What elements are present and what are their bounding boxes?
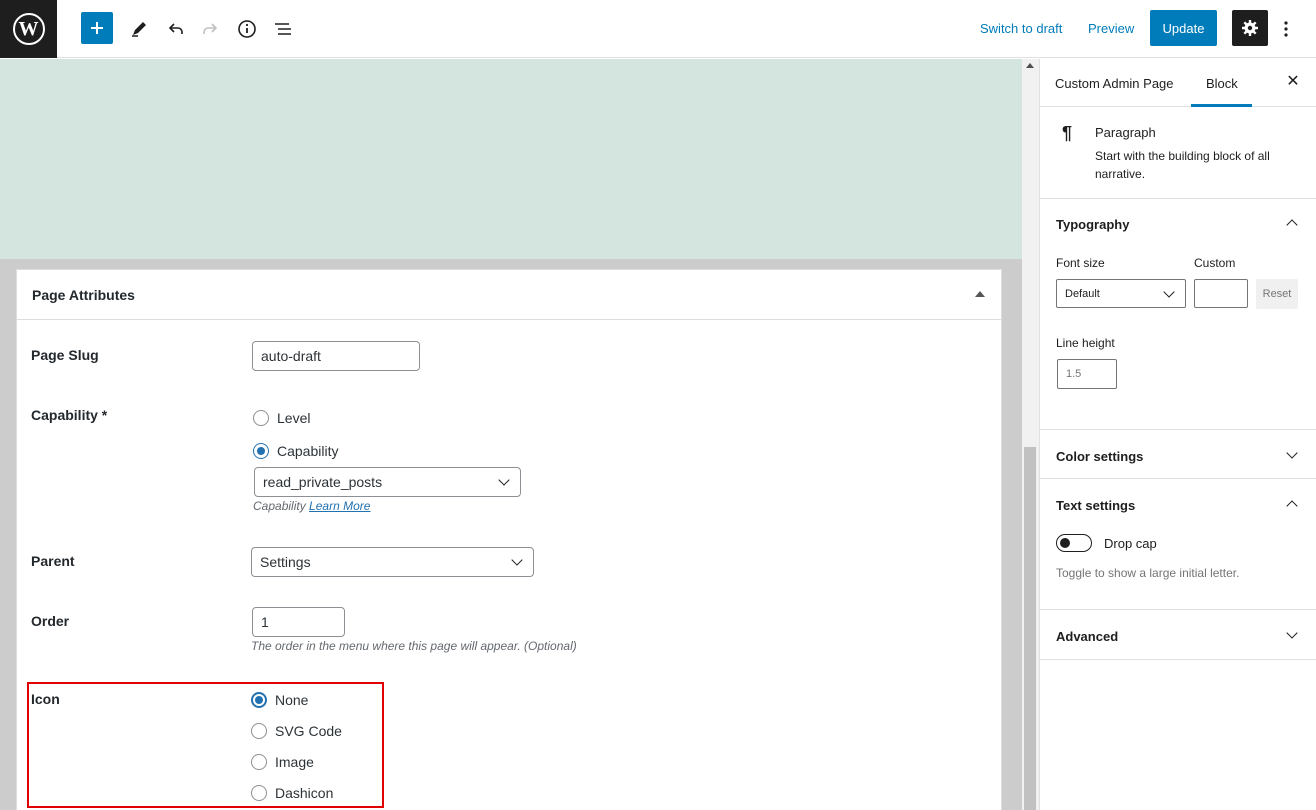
paragraph-icon: ¶	[1062, 123, 1073, 143]
font-size-label: Font size	[1056, 256, 1105, 270]
chevron-down-icon[interactable]	[1286, 627, 1298, 639]
radio-label: None	[275, 692, 309, 708]
chevron-down-icon[interactable]	[1286, 447, 1298, 459]
text-settings-title[interactable]: Text settings	[1056, 498, 1135, 513]
tools-button[interactable]	[122, 12, 155, 45]
capability-label: Capability *	[31, 407, 108, 423]
chevron-down-icon	[498, 474, 510, 486]
update-button[interactable]: Update	[1150, 10, 1217, 46]
order-label: Order	[31, 613, 70, 629]
plus-icon	[91, 22, 103, 34]
font-size-select[interactable]: Default	[1056, 279, 1186, 308]
more-options-button[interactable]	[1276, 12, 1296, 45]
settings-button[interactable]	[1232, 10, 1268, 46]
metabox-title: Page Attributes	[32, 287, 135, 303]
page-slug-input[interactable]: auto-draft	[252, 341, 420, 371]
block-name: Paragraph	[1095, 125, 1156, 140]
redo-button[interactable]	[194, 12, 227, 45]
scrollbar-thumb[interactable]	[1024, 447, 1036, 810]
typography-title[interactable]: Typography	[1056, 217, 1129, 232]
drop-cap-label: Drop cap	[1104, 536, 1157, 551]
color-settings-title[interactable]: Color settings	[1056, 449, 1143, 464]
editor-scrollbar[interactable]	[1022, 59, 1039, 810]
radio-label: Image	[275, 754, 314, 770]
drop-cap-help: Toggle to show a large initial letter.	[1056, 566, 1240, 580]
block-description: Start with the building block of all nar…	[1095, 149, 1270, 181]
icon-option-dashicon[interactable]: Dashicon	[251, 785, 333, 801]
typography-panel: Typography Font size Custom Default Rese…	[1040, 199, 1316, 430]
custom-font-size-input[interactable]	[1194, 279, 1248, 308]
line-height-input[interactable]: 1.5	[1057, 359, 1117, 389]
block-card: ¶ Paragraph Start with the building bloc…	[1040, 107, 1316, 199]
collapse-triangle-icon[interactable]	[975, 291, 985, 297]
color-settings-panel[interactable]: Color settings	[1040, 430, 1316, 479]
gear-icon	[1242, 20, 1258, 36]
wordpress-logo-icon: W	[12, 13, 45, 45]
drop-cap-toggle[interactable]	[1056, 534, 1092, 552]
order-input[interactable]: 1	[252, 607, 345, 637]
info-icon	[237, 19, 256, 38]
pencil-icon	[131, 21, 146, 37]
parent-label: Parent	[31, 553, 75, 569]
add-block-button[interactable]	[81, 12, 113, 44]
learn-more-link[interactable]: Learn More	[309, 499, 370, 513]
radio-label: Capability	[277, 443, 339, 459]
chevron-up-icon[interactable]	[1286, 500, 1298, 512]
chevron-up-icon[interactable]	[1286, 219, 1298, 231]
custom-label: Custom	[1194, 256, 1236, 270]
undo-icon	[168, 22, 183, 34]
radio-label: Level	[277, 410, 311, 426]
switch-to-draft-link[interactable]: Switch to draft	[980, 21, 1062, 36]
radio-button[interactable]	[253, 443, 269, 459]
tab-custom-admin-page[interactable]: Custom Admin Page	[1055, 76, 1174, 91]
page-slug-label: Page Slug	[31, 347, 99, 363]
reset-button[interactable]: Reset	[1256, 279, 1298, 309]
details-button[interactable]	[230, 12, 263, 45]
radio-label: SVG Code	[275, 723, 342, 739]
outline-button[interactable]	[266, 12, 299, 45]
parent-select-value: Settings	[260, 554, 311, 570]
top-toolbar: W Switch to draft Preview Update	[0, 0, 1316, 58]
undo-button[interactable]	[158, 12, 191, 45]
radio-button[interactable]	[251, 785, 267, 801]
text-settings-panel: Text settings Drop cap Toggle to show a …	[1040, 479, 1316, 610]
capability-option-capability[interactable]: Capability	[253, 443, 338, 459]
vertical-ellipsis-icon	[1284, 20, 1288, 37]
radio-button[interactable]	[253, 410, 269, 426]
parent-select[interactable]: Settings	[251, 547, 534, 577]
capability-description: Capability Learn More	[253, 499, 370, 513]
metabox-header[interactable]: Page Attributes	[17, 270, 1001, 320]
preview-link[interactable]: Preview	[1088, 21, 1134, 36]
advanced-panel[interactable]: Advanced	[1040, 610, 1316, 660]
tab-block[interactable]: Block	[1206, 76, 1238, 91]
sidebar-tabs: Custom Admin Page Block ✕	[1040, 59, 1316, 107]
capability-select[interactable]: read_private_posts	[254, 467, 521, 497]
close-icon[interactable]: ✕	[1285, 73, 1301, 90]
line-height-label: Line height	[1056, 336, 1115, 350]
wordpress-logo-button[interactable]: W	[0, 0, 57, 58]
chevron-down-icon	[1163, 285, 1175, 298]
icon-option-image[interactable]: Image	[251, 754, 314, 770]
redo-icon	[202, 22, 217, 34]
radio-button[interactable]	[251, 723, 267, 739]
settings-sidebar: Custom Admin Page Block ✕ ¶ Paragraph St…	[1039, 59, 1316, 810]
scroll-up-arrow-icon[interactable]	[1026, 63, 1034, 68]
capability-option-level[interactable]: Level	[253, 410, 310, 426]
order-description: The order in the menu where this page wi…	[251, 639, 577, 653]
icon-label: Icon	[31, 691, 60, 707]
list-view-icon	[274, 22, 291, 35]
icon-option-none[interactable]: None	[251, 692, 308, 708]
chevron-down-icon	[511, 554, 523, 566]
radio-button[interactable]	[251, 692, 267, 708]
font-size-select-value: Default	[1065, 287, 1100, 300]
radio-label: Dashicon	[275, 785, 334, 801]
capability-select-value: read_private_posts	[263, 474, 383, 490]
advanced-title[interactable]: Advanced	[1056, 629, 1118, 644]
editor-canvas[interactable]	[0, 59, 1022, 259]
capability-desc-text: Capability	[253, 499, 306, 513]
radio-button[interactable]	[251, 754, 267, 770]
icon-option-svg-code[interactable]: SVG Code	[251, 723, 342, 739]
